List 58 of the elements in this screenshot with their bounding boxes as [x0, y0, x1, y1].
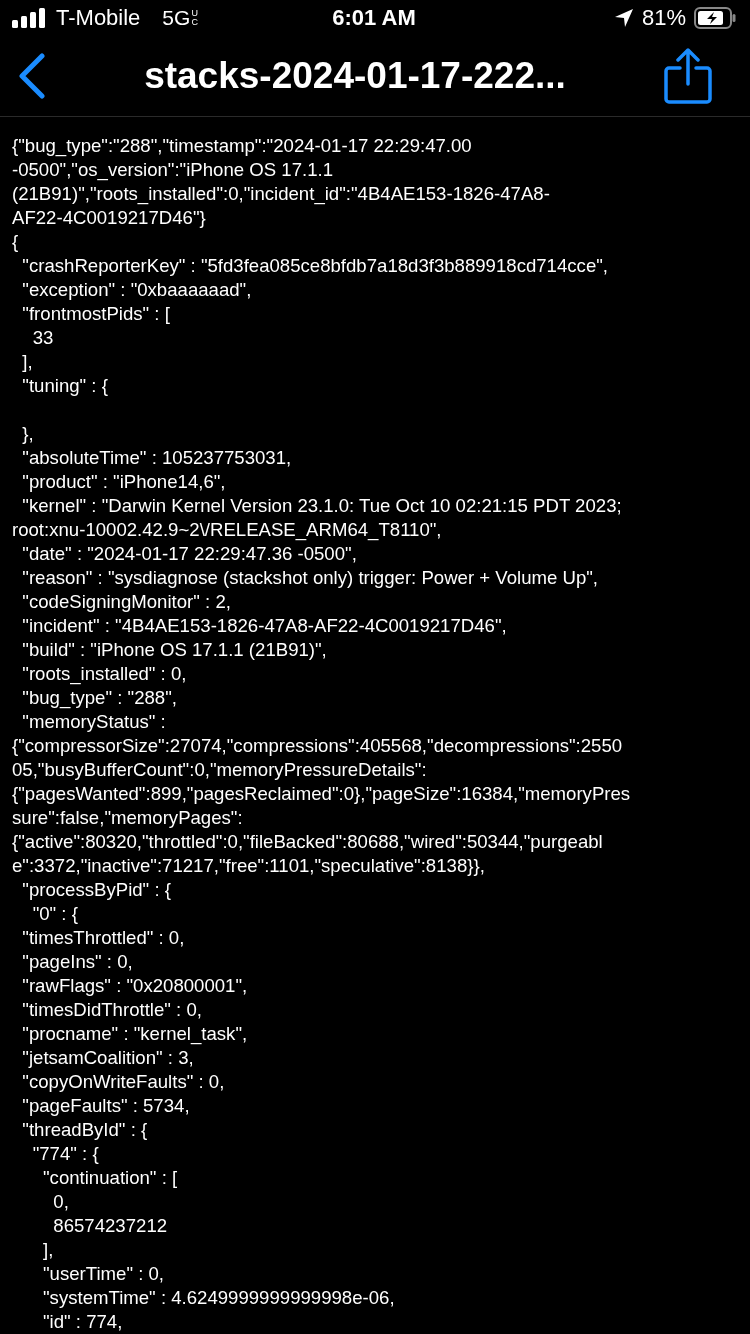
code-line: "bug_type" : "288", — [21, 686, 178, 710]
signal-icon — [12, 8, 48, 29]
code-line: "timesDidThrottle" : 0, — [21, 998, 203, 1022]
code-line: {"bug_type":"288","timestamp":"2024-01-17 22:29:47.00 — [12, 134, 473, 158]
code-line: "rawFlags" : "0x20800001", — [21, 974, 249, 998]
code-line: e":3372,"inactive":71217,"free":1101,"speculative":8138}}, — [12, 854, 486, 878]
code-line: { — [12, 230, 20, 254]
code-line: "id" : 774, — [42, 1310, 124, 1334]
code-line: "systemTime" : 4.6249999999999998e-06, — [42, 1286, 396, 1310]
code-line: 33 — [31, 326, 55, 350]
back-button[interactable] — [18, 53, 46, 100]
code-line: root:xnu-10002.42.9~2\/RELEASE_ARM64_T8110", — [12, 518, 443, 542]
code-line: "exception" : "0xbaaaaaad", — [21, 278, 253, 302]
code-line: }, — [21, 422, 35, 446]
code-line: {"pagesWanted":899,"pagesReclaimed":0},"pageSize":16384,"memoryPres — [12, 782, 632, 806]
code-line: "date" : "2024-01-17 22:29:47.36 -0500", — [21, 542, 358, 566]
code-line: "kernel" : "Darwin Kernel Version 23.1.0: Tue Oct 10 02:21:15 PDT 2023; — [21, 494, 623, 518]
clock: 6:01 AM — [332, 5, 416, 32]
code-line: ], — [42, 1238, 55, 1262]
battery-percent: 81% — [641, 5, 686, 32]
code-line: "userTime" : 0, — [42, 1262, 165, 1286]
code-line: "procname" : "kernel_task", — [21, 1022, 249, 1046]
nav-title: stacks-2024-01-17-222... — [143, 55, 567, 98]
battery-icon — [694, 7, 736, 30]
code-line: {"compressorSize":27074,"compressions":405568,"decompressions":2550 — [12, 734, 624, 758]
code-line: "incident" : "4B4AE153-1826-47A8-AF22-4C0019217D46", — [21, 614, 508, 638]
carrier-name: T-Mobile — [56, 5, 141, 32]
code-line: "jetsamCoalition" : 3, — [21, 1046, 195, 1070]
code-line: sure":false,"memoryPages": — [12, 806, 244, 830]
code-line: "copyOnWriteFaults" : 0, — [21, 1070, 226, 1094]
code-line: "absoluteTime" : 105237753031, — [21, 446, 293, 470]
code-line: "memoryStatus" : — [21, 710, 167, 734]
code-line: "tuning" : { — [21, 374, 109, 398]
code-line: ], — [21, 350, 34, 374]
code-line: 05,"busyBufferCount":0,"memoryPressureDetails": — [12, 758, 428, 782]
code-line: 0, — [52, 1190, 70, 1214]
code-line: "product" : "iPhone14,6", — [21, 470, 227, 494]
code-line: "0" : { — [31, 902, 79, 926]
code-line: "pageFaults" : 5734, — [21, 1094, 191, 1118]
code-line: (21B91)","roots_installed":0,"incident_id":"4B4AE153-1826-47A8- — [12, 182, 551, 206]
code-line: "threadById" : { — [21, 1118, 149, 1142]
code-line: "timesThrottled" : 0, — [21, 926, 186, 950]
share-button[interactable] — [664, 48, 712, 105]
code-line: "processByPid" : { — [21, 878, 172, 902]
code-line: "pageIns" : 0, — [21, 950, 134, 974]
code-line: "774" : { — [31, 1142, 100, 1166]
code-line: AF22-4C0019217D46"} — [12, 206, 207, 230]
code-line: "frontmostPids" : [ — [21, 302, 171, 326]
code-line: "continuation" : [ — [42, 1166, 179, 1190]
location-arrow-icon — [613, 8, 634, 29]
code-line: "codeSigningMonitor" : 2, — [21, 590, 232, 614]
code-line: {"active":80320,"throttled":0,"fileBacked":80688,"wired":50344,"purgeabl — [12, 830, 604, 854]
code-line: "roots_installed" : 0, — [21, 662, 188, 686]
code-line: "build" : "iPhone OS 17.1.1 (21B91)", — [21, 638, 328, 662]
code-line: "reason" : "sysdiagnose (stackshot only) trigger: Power + Volume Up", — [21, 566, 600, 590]
code-line: 86574237212 — [52, 1214, 169, 1238]
code-line: -0500","os_version":"iPhone OS 17.1.1 — [12, 158, 334, 182]
code-line: "crashReporterKey" : "5fd3fea085ce8bfdb7a18d3f3b889918cd714cce", — [21, 254, 609, 278]
